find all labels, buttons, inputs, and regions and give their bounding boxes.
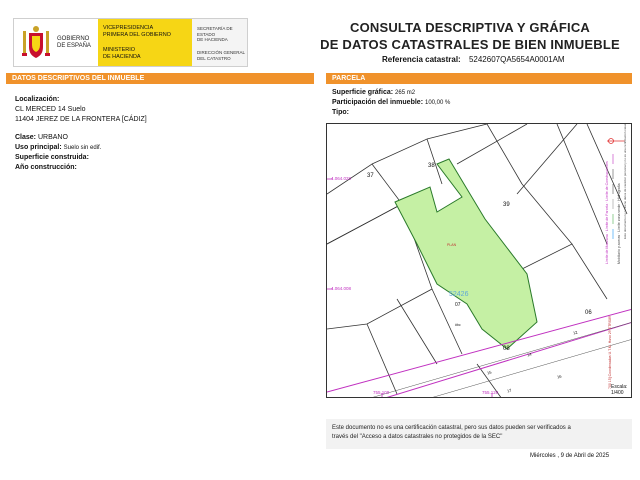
neighbor-label-06: 06 <box>585 310 592 316</box>
parcel-number-label: 52426 <box>449 291 469 298</box>
coat-of-arms-icon <box>22 26 50 58</box>
uso-label: Uso principal: <box>15 144 62 151</box>
gobierno-text: GOBIERNO DE ESPAÑA <box>57 36 91 49</box>
coord-x-1: 755.100 <box>373 390 390 395</box>
title-line-1: CONSULTA DESCRIPTIVA Y GRÁFICA <box>349 20 590 35</box>
gobierno-panel: GOBIERNO DE ESPAÑA <box>14 19 98 66</box>
legend-text-1: Límite de Manzana · Límite de Parcela · … <box>605 161 609 264</box>
localizacion-label: Localización: <box>15 96 60 103</box>
section-bar-descriptivos: DATOS DESCRIPTIVOS DEL INMUEBLE <box>6 73 314 84</box>
superficie-grafica-row: Superficie gráfica: 265 m2 <box>332 88 415 98</box>
neighbor-label-08: 08 <box>503 346 510 352</box>
scale-value: 1/400 <box>611 390 624 396</box>
neighbor-label-38: 38 <box>428 163 435 169</box>
tipo-label: Tipo: <box>332 109 349 116</box>
document-date: Miércoles , 9 de Abril de 2025 <box>530 453 610 459</box>
parcel-outline-38 <box>371 138 443 185</box>
participacion-row: Participación del inmueble: 100,00 % <box>332 98 450 108</box>
neighbor-label-37: 37 <box>367 173 374 179</box>
cadastral-map[interactable]: 37 38 39 06 08 4.064.028 4.064.008 755.1… <box>326 123 632 398</box>
notice-line-1: Este documento no es una certificación c… <box>332 425 571 431</box>
uso-value: Suelo sin edif. <box>63 145 102 151</box>
coord-y-2: 4.064.008 <box>331 286 352 291</box>
anio-construccion-label: Año construcción: <box>15 164 77 171</box>
direccion-text: DIRECCIÓN GENERAL DEL CATASTRO <box>197 50 246 61</box>
cadastral-map-drawing <box>327 124 631 397</box>
superficie-grafica-label: Superficie gráfica: <box>332 89 394 96</box>
superficie-row: Superficie construida: <box>15 153 89 163</box>
parcel-plan-label: PLAN <box>447 243 457 247</box>
clase-value: URBANO <box>37 134 68 141</box>
clase-row: Clase: URBANO <box>15 133 68 143</box>
participacion-value: 100,00 % <box>424 100 451 106</box>
vicepresidencia-text: VICEPRESIDENCIA PRIMERA DEL GOBIERNO <box>103 25 171 38</box>
coord-x-2: 755.120 <box>482 390 499 395</box>
secretaria-text: SECRETARÍA DE ESTADO DE HACIENDA <box>197 26 233 42</box>
reference-value: 5242607QA5654A0001AM <box>468 55 565 64</box>
superficie-grafica-value: 265 m2 <box>395 90 416 96</box>
coord-system-text: 700 15] Coordenadas U.T.M. Huso 29 ETRS8… <box>608 316 612 389</box>
ministerio-text: MINISTERIO DE HACIENDA <box>103 47 141 60</box>
address-line-1: CL MERCED 14 Suelo <box>15 106 86 113</box>
vicepresidencia-panel: VICEPRESIDENCIA PRIMERA DEL GOBIERNO MIN… <box>98 19 192 66</box>
superficie-construida-label: Superficie construida: <box>15 154 89 161</box>
side-disclaimer: Este documento no contiene datos de cará… <box>623 123 627 239</box>
reference-label: Referencia catastral: <box>382 55 461 64</box>
coord-y-1: 4.064.028 <box>331 176 352 181</box>
anio-row: Año construcción: <box>15 163 77 173</box>
notice-line-2: través del "Acceso a datos catastrales n… <box>332 434 503 440</box>
parcel-code-label: 07 <box>455 302 461 308</box>
uso-row: Uso principal: Suelo sin edif. <box>15 143 101 153</box>
document-title: CONSULTA DESCRIPTIVA Y GRÁFICA DE DATOS … <box>300 19 640 53</box>
legend-text-2: Mobiliario y aceras · Límite zona verde … <box>617 183 621 264</box>
clase-label: Clase: <box>15 134 37 141</box>
neighbor-label-39: 39 <box>503 202 510 208</box>
title-line-2: DE DATOS CATASTRALES DE BIEN INMUEBLE <box>320 37 620 52</box>
verification-notice: Este documento no es una certificación c… <box>326 419 632 449</box>
localizacion-block: Localización: CL MERCED 14 Suelo 11404 J… <box>15 95 147 125</box>
secretaria-panel: SECRETARÍA DE ESTADO DE HACIENDA DIRECCI… <box>192 19 247 66</box>
parcel-sub-label: #bc <box>455 323 461 327</box>
government-logo-block: GOBIERNO DE ESPAÑA VICEPRESIDENCIA PRIME… <box>13 18 248 67</box>
subject-parcel <box>394 158 538 350</box>
address-line-2: 11404 JEREZ DE LA FRONTERA [CÁDIZ] <box>15 116 147 123</box>
reference-row: Referencia catastral: 5242607QA5654A0001… <box>382 55 565 64</box>
tipo-row: Tipo: <box>332 108 349 118</box>
section-bar-parcela: PARCELA <box>326 73 632 84</box>
scale-block: Escala: 1/400 <box>611 384 627 396</box>
participacion-label: Participación del inmueble: <box>332 99 424 106</box>
